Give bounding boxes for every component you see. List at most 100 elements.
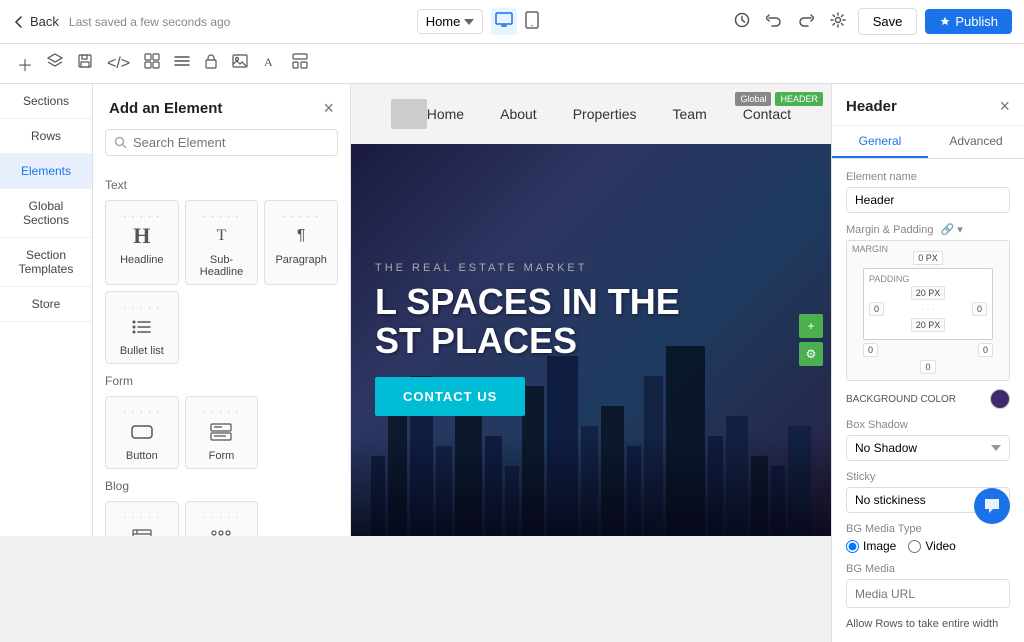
publish-label: Publish xyxy=(955,14,998,29)
margin-padding-label: Margin & Padding 🔗 ▾ xyxy=(846,223,1010,236)
sections-button[interactable] xyxy=(169,48,195,79)
right-panel-close-button[interactable]: × xyxy=(999,96,1010,117)
hero-cta-button[interactable]: CONTACT US xyxy=(375,377,525,416)
sidebar-item-global-sections[interactable]: Global Sections xyxy=(0,189,92,238)
layout-button[interactable] xyxy=(287,48,313,79)
history-button[interactable] xyxy=(730,8,754,35)
side-tool-settings[interactable]: ⚙ xyxy=(799,342,823,366)
margin-left-val: 0 xyxy=(863,343,878,357)
headline-label: Headline xyxy=(112,254,172,266)
save-button[interactable]: Save xyxy=(858,8,918,35)
nav-about[interactable]: About xyxy=(500,106,537,122)
desktop-icon xyxy=(495,12,513,28)
tab-general[interactable]: General xyxy=(832,126,928,158)
save-tool-button[interactable] xyxy=(72,48,98,79)
search-input[interactable] xyxy=(133,135,329,150)
nav-home[interactable]: Home xyxy=(427,106,464,122)
bullet-grid: · · · · · Bullet list xyxy=(105,291,338,364)
hero-subtitle: THE REAL ESTATE MARKET xyxy=(375,262,807,274)
paragraph-element[interactable]: · · · · · ¶ Paragraph xyxy=(264,200,338,285)
tabs-row: General Advanced xyxy=(832,126,1024,159)
headline-icon: H xyxy=(112,222,172,250)
font-button[interactable]: A xyxy=(257,48,283,79)
top-bar-center: Home xyxy=(417,7,544,36)
right-panel: Header × General Advanced Element name M… xyxy=(831,84,1024,642)
desktop-device-button[interactable] xyxy=(491,8,517,35)
blog-section-label: Blog xyxy=(105,479,338,493)
media-url-input[interactable] xyxy=(847,582,1010,606)
top-bar-right: Save Publish xyxy=(730,8,1012,35)
bg-color-row: BACKGROUND COLOR xyxy=(846,389,1010,409)
form-element[interactable]: · · · · · Form xyxy=(185,396,259,469)
image-radio[interactable] xyxy=(846,540,859,553)
site-header[interactable]: Home About Properties Team Contact Globa… xyxy=(351,84,831,144)
clock-icon xyxy=(734,12,750,28)
add-panel-title: Add an Element xyxy=(109,100,222,117)
video-radio-option[interactable]: Video xyxy=(908,539,955,553)
bg-color-swatch[interactable] xyxy=(990,389,1010,409)
sticky-label: Sticky xyxy=(846,471,1010,483)
margin-label: MARGIN xyxy=(852,244,888,254)
layout-icon xyxy=(292,53,308,69)
button-element[interactable]: · · · · · Button xyxy=(105,396,179,469)
bullet-list-label: Bullet list xyxy=(112,345,172,357)
lock-button[interactable] xyxy=(199,48,223,79)
element-name-input[interactable] xyxy=(846,187,1010,213)
lock-icon xyxy=(204,53,218,69)
bg-media-label: BG Media xyxy=(846,563,1010,575)
sub-headline-dots: · · · · · xyxy=(192,211,252,222)
sidebar-item-section-templates[interactable]: Section Templates xyxy=(0,238,92,287)
box-shadow-select[interactable]: No Shadow xyxy=(846,435,1010,461)
sidebar-item-elements[interactable]: Elements xyxy=(0,154,92,189)
tablet-device-button[interactable] xyxy=(521,7,543,36)
sidebar-item-sections[interactable]: Sections xyxy=(0,84,92,119)
grid-button[interactable] xyxy=(139,48,165,79)
sidebar-item-rows[interactable]: Rows xyxy=(0,119,92,154)
publish-icon xyxy=(939,16,951,28)
margin-bottom-val: 0 xyxy=(920,360,935,374)
floppy-icon xyxy=(77,53,93,69)
add-tool-button[interactable]: ＋ xyxy=(12,47,38,81)
form-icon xyxy=(192,418,252,446)
settings-button[interactable] xyxy=(826,8,850,35)
hero-title-line2: ST PLACES xyxy=(375,320,577,361)
site-nav: Home About Properties Team Contact xyxy=(427,106,791,122)
nav-team[interactable]: Team xyxy=(673,106,707,122)
box-shadow-label: Box Shadow xyxy=(846,419,1010,431)
layers-button[interactable] xyxy=(42,48,68,79)
undo-button[interactable] xyxy=(762,8,786,35)
publish-button[interactable]: Publish xyxy=(925,9,1012,34)
chat-icon xyxy=(983,497,1001,515)
tab-advanced[interactable]: Advanced xyxy=(928,126,1024,158)
image-radio-option[interactable]: Image xyxy=(846,539,896,553)
side-tool-add[interactable]: + xyxy=(799,314,823,338)
chat-button[interactable] xyxy=(974,488,1010,524)
top-bar: Back Last saved a few seconds ago Home xyxy=(0,0,1024,44)
video-radio[interactable] xyxy=(908,540,921,553)
bg-color-label: BACKGROUND COLOR xyxy=(846,394,956,405)
home-dropdown[interactable]: Home xyxy=(417,9,484,34)
redo-button[interactable] xyxy=(794,8,818,35)
add-panel-close-button[interactable]: × xyxy=(323,98,334,119)
code-button[interactable]: </> xyxy=(102,50,135,78)
text-section-label: Text xyxy=(105,178,338,192)
text-elements-grid: · · · · · H Headline · · · · · T Sub-Hea… xyxy=(105,200,338,285)
image-tool-button[interactable] xyxy=(227,49,253,78)
search-icon xyxy=(114,136,127,149)
blog-posts-element[interactable]: · · · · · Blog Posts xyxy=(105,501,179,536)
headline-element[interactable]: · · · · · H Headline xyxy=(105,200,179,285)
font-icon: A xyxy=(262,53,278,69)
sub-headline-label: Sub-Headline xyxy=(192,254,252,278)
back-button[interactable]: Back xyxy=(12,14,59,29)
nav-properties[interactable]: Properties xyxy=(573,106,637,122)
nav-contact[interactable]: Contact xyxy=(743,106,791,122)
redo-icon xyxy=(798,12,814,28)
sub-headline-element[interactable]: · · · · · T Sub-Headline xyxy=(185,200,259,285)
category-nav-element[interactable]: · · · · · Category Navigation xyxy=(185,501,259,536)
bullet-list-element[interactable]: · · · · · Bullet list xyxy=(105,291,179,364)
image-icon xyxy=(232,54,248,68)
right-panel-content: Element name Margin & Padding 🔗 ▾ MARGIN… xyxy=(832,159,1024,642)
sidebar-item-store[interactable]: Store xyxy=(0,287,92,322)
hero-section: THE REAL ESTATE MARKET L SPACES IN THE S… xyxy=(351,144,831,536)
padding-bottom-val: 20 PX xyxy=(911,318,946,332)
